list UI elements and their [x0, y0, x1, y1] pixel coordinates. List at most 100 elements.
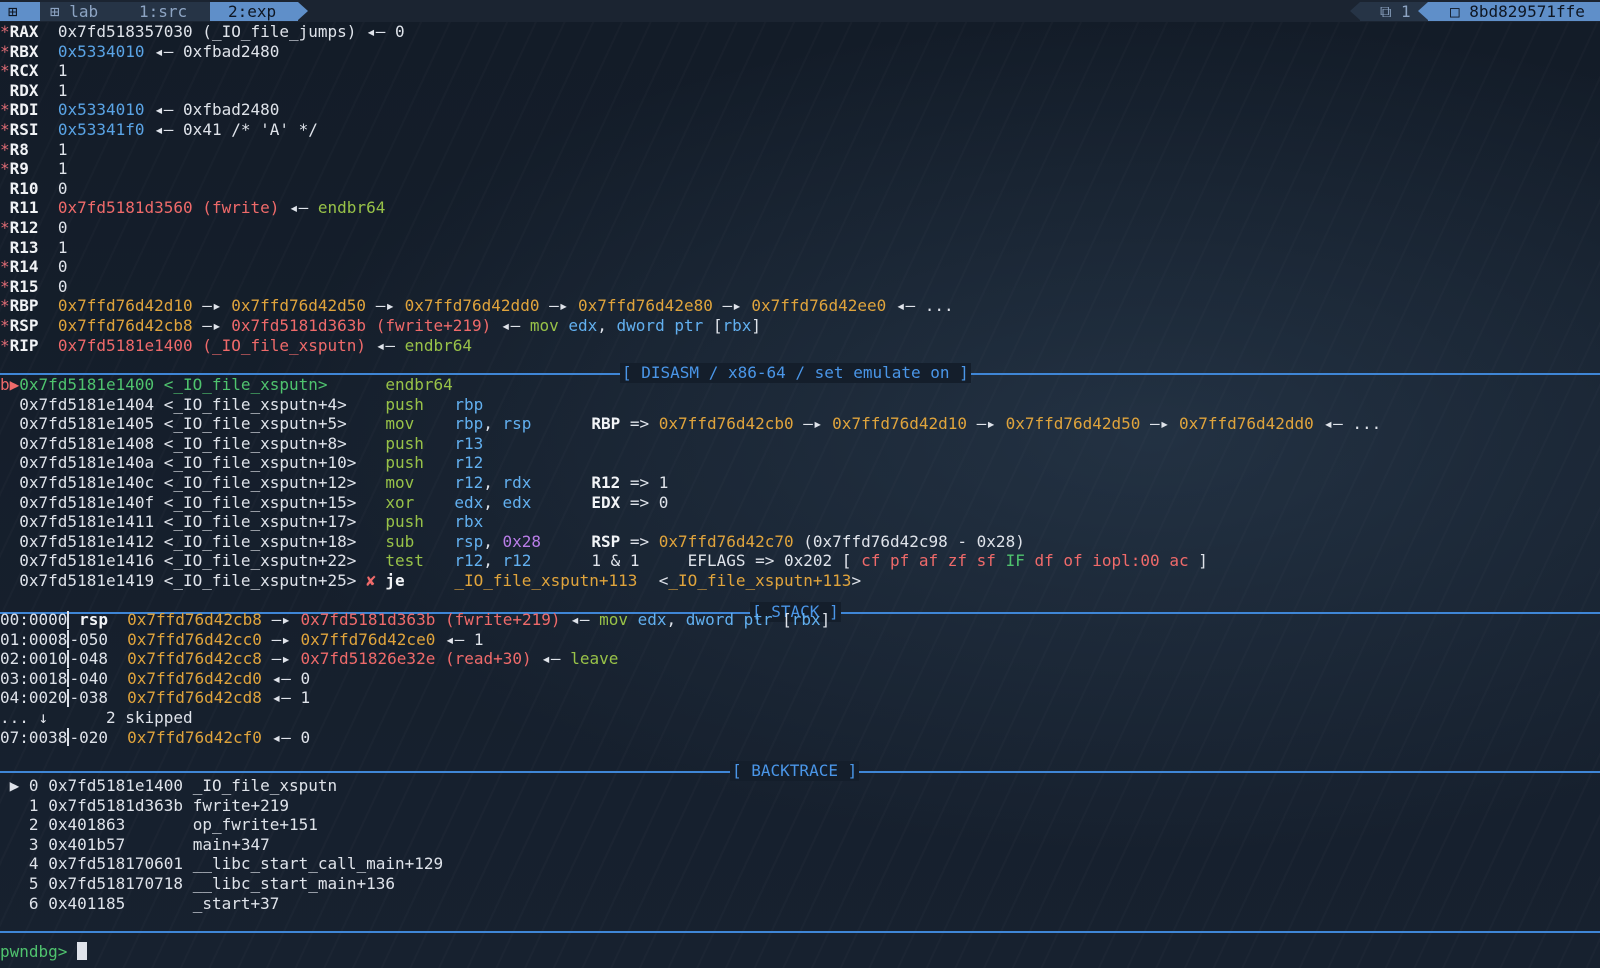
emulation-part: 0x7ffd76d42dd0: [1178, 414, 1314, 434]
register-value: ◂— 0x41 /* 'A' */: [144, 120, 318, 139]
backtrace-frame[interactable]: 5 0x7fd518170718 __libc_start_main+136: [0, 874, 395, 894]
instruction-symbol: <_IO_file_xsputn+25>: [163, 571, 357, 590]
register-value: 0x5334010: [57, 41, 145, 61]
stack-row[interactable]: 04:0020 -038 0x7ffd76d42cd8 ◂— 1: [0, 688, 310, 708]
frame-address: 0x401185: [48, 893, 184, 913]
stack-row[interactable]: 00:0000 rsp 0x7ffd76d42cb8 —▸ 0x7fd5181d…: [0, 610, 830, 630]
stack-value: 0x7ffd76d42cc8: [127, 649, 262, 669]
backtrace-frame[interactable]: ▶ 0 0x7fd5181e1400 _IO_file_xsputn: [0, 776, 338, 796]
register-modified-marker: *: [0, 257, 10, 277]
backtrace-frame[interactable]: 4 0x7fd518170601 __libc_start_call_main+…: [0, 854, 443, 874]
stack-row[interactable]: 02:0010 -048 0x7ffd76d42cc8 —▸ 0x7fd51826…: [0, 649, 618, 669]
instruction-address: 0x7fd5181e1412: [19, 531, 155, 551]
disasm-instruction-row[interactable]: b▶0x7fd5181e1400 <_IO_file_xsputn> endbr…: [0, 375, 591, 395]
operand: rsp: [454, 531, 484, 551]
register-modified-marker: *: [0, 335, 10, 355]
disasm-instruction-row[interactable]: 0x7fd5181e1416 <_IO_file_xsputn+22> test…: [0, 551, 1208, 571]
gutter: [0, 395, 19, 414]
tmux-window-src[interactable]: 1:src: [125, 2, 210, 21]
emulation-result: <_IO_file_xsputn+113>: [591, 571, 861, 590]
disasm-instruction-row[interactable]: 0x7fd5181e1405 <_IO_file_xsputn+5> mov rb…: [0, 414, 1381, 434]
stack-row[interactable]: 03:0018 -040 0x7ffd76d42cd0 ◂— 0: [0, 669, 310, 689]
register-name: R9: [9, 159, 39, 179]
instruction-mnemonic: mov: [385, 473, 415, 492]
stack-row[interactable]: 01:0008 -050 0x7ffd76d42cc0 —▸ 0x7ffd76d4…: [0, 630, 484, 650]
operand: r12: [454, 473, 484, 492]
register-modified-marker: *: [0, 41, 10, 61]
disasm-instruction-row[interactable]: 0x7fd5181e1412 <_IO_file_xsputn+18> sub r…: [0, 532, 1025, 552]
register-name: R14: [9, 257, 39, 277]
disasm-instruction-row[interactable]: 0x7fd5181e140c <_IO_file_xsputn+12> mov r…: [0, 473, 668, 493]
disasm-instruction-row[interactable]: 0x7fd5181e1419 <_IO_file_xsputn+25> ✘ je…: [0, 571, 861, 591]
frame-number: 1: [28, 795, 39, 815]
register-value: 1: [57, 61, 68, 81]
frame-number: 4: [28, 854, 39, 874]
tmux-session-name[interactable]: ⊞ lab: [40, 2, 125, 21]
instruction-mnemonic: test: [385, 551, 424, 571]
operand: edx: [454, 492, 484, 512]
disasm-instruction-row[interactable]: 0x7fd5181e1411 <_IO_file_xsputn+17> push…: [0, 512, 591, 532]
text-cursor[interactable]: [77, 942, 88, 960]
backtrace-frame[interactable]: 1 0x7fd5181d363b fwrite+219: [0, 796, 289, 816]
backtrace-frame[interactable]: 3 0x401b57 main+347: [0, 835, 270, 855]
operand: r13: [454, 433, 484, 453]
instruction-operands: rbp, rsp: [454, 414, 591, 434]
operand: rdx: [502, 473, 532, 492]
powerline-separator-icon: [1350, 2, 1360, 20]
register-row: *R8 1: [0, 140, 67, 160]
emulation-part: 0x7ffd76d42cb0: [658, 414, 794, 434]
operand: ,: [483, 414, 503, 434]
stack-row[interactable]: 07:0038 -020 0x7ffd76d42cf0 ◂— 0: [0, 728, 310, 748]
emulation-part: >: [851, 571, 862, 590]
disasm-instruction-row[interactable]: 0x7fd5181e140a <_IO_file_xsputn+10> push…: [0, 453, 591, 473]
emulation-part: df of iopl:00 ac: [1024, 551, 1189, 571]
register-value: 0x7ffd76d42cb8: [57, 316, 193, 335]
instruction-address: 0x7fd5181e1411: [19, 512, 155, 532]
emulation-part: ]: [1188, 551, 1208, 571]
operand: ,: [483, 531, 503, 551]
disasm-instruction-row[interactable]: 0x7fd5181e1404 <_IO_file_xsputn+4> push r…: [0, 395, 591, 415]
backtrace-frame[interactable]: 2 0x401863 op_fwrite+151: [0, 815, 318, 835]
instruction-symbol: <_IO_file_xsputn+15>: [163, 492, 357, 512]
register-name: RSI: [9, 120, 39, 139]
disasm-instruction-row[interactable]: 0x7fd5181e1408 <_IO_file_xsputn+8> push r…: [0, 434, 591, 454]
frame-symbol: op_fwrite+151: [192, 815, 318, 835]
register-modified-marker: [0, 179, 10, 198]
tmux-window-exp-active[interactable]: 2:exp: [210, 2, 298, 21]
register-name: RBX: [9, 41, 39, 61]
stack-offset: -050: [69, 629, 108, 649]
gutter: [0, 835, 19, 854]
register-value: ◂—: [366, 335, 405, 355]
command-prompt[interactable]: pwndbg>: [0, 942, 88, 962]
register-name: RIP: [9, 335, 39, 355]
register-row: *R14 0: [0, 257, 67, 277]
stack-value: —▸: [261, 610, 301, 629]
gutter: [0, 854, 19, 873]
register-name: RDI: [9, 100, 39, 120]
disasm-instruction-row[interactable]: 0x7fd5181e140f <_IO_file_xsputn+15> xor e…: [0, 493, 668, 513]
stack-skipped-row[interactable]: ... ↓ 2 skipped: [0, 708, 193, 728]
backtrace-frame[interactable]: 6 0x401185 _start+37: [0, 894, 279, 914]
register-row: *RIP 0x7fd5181e1400 (_IO_file_xsputn) ◂—…: [0, 336, 472, 356]
stack-value: ◂— 1: [435, 629, 484, 649]
instruction-operands: r12: [454, 453, 591, 473]
register-modified-marker: [0, 238, 10, 257]
stack-value: edx: [637, 610, 667, 629]
powerline-separator-icon: [1418, 2, 1428, 20]
